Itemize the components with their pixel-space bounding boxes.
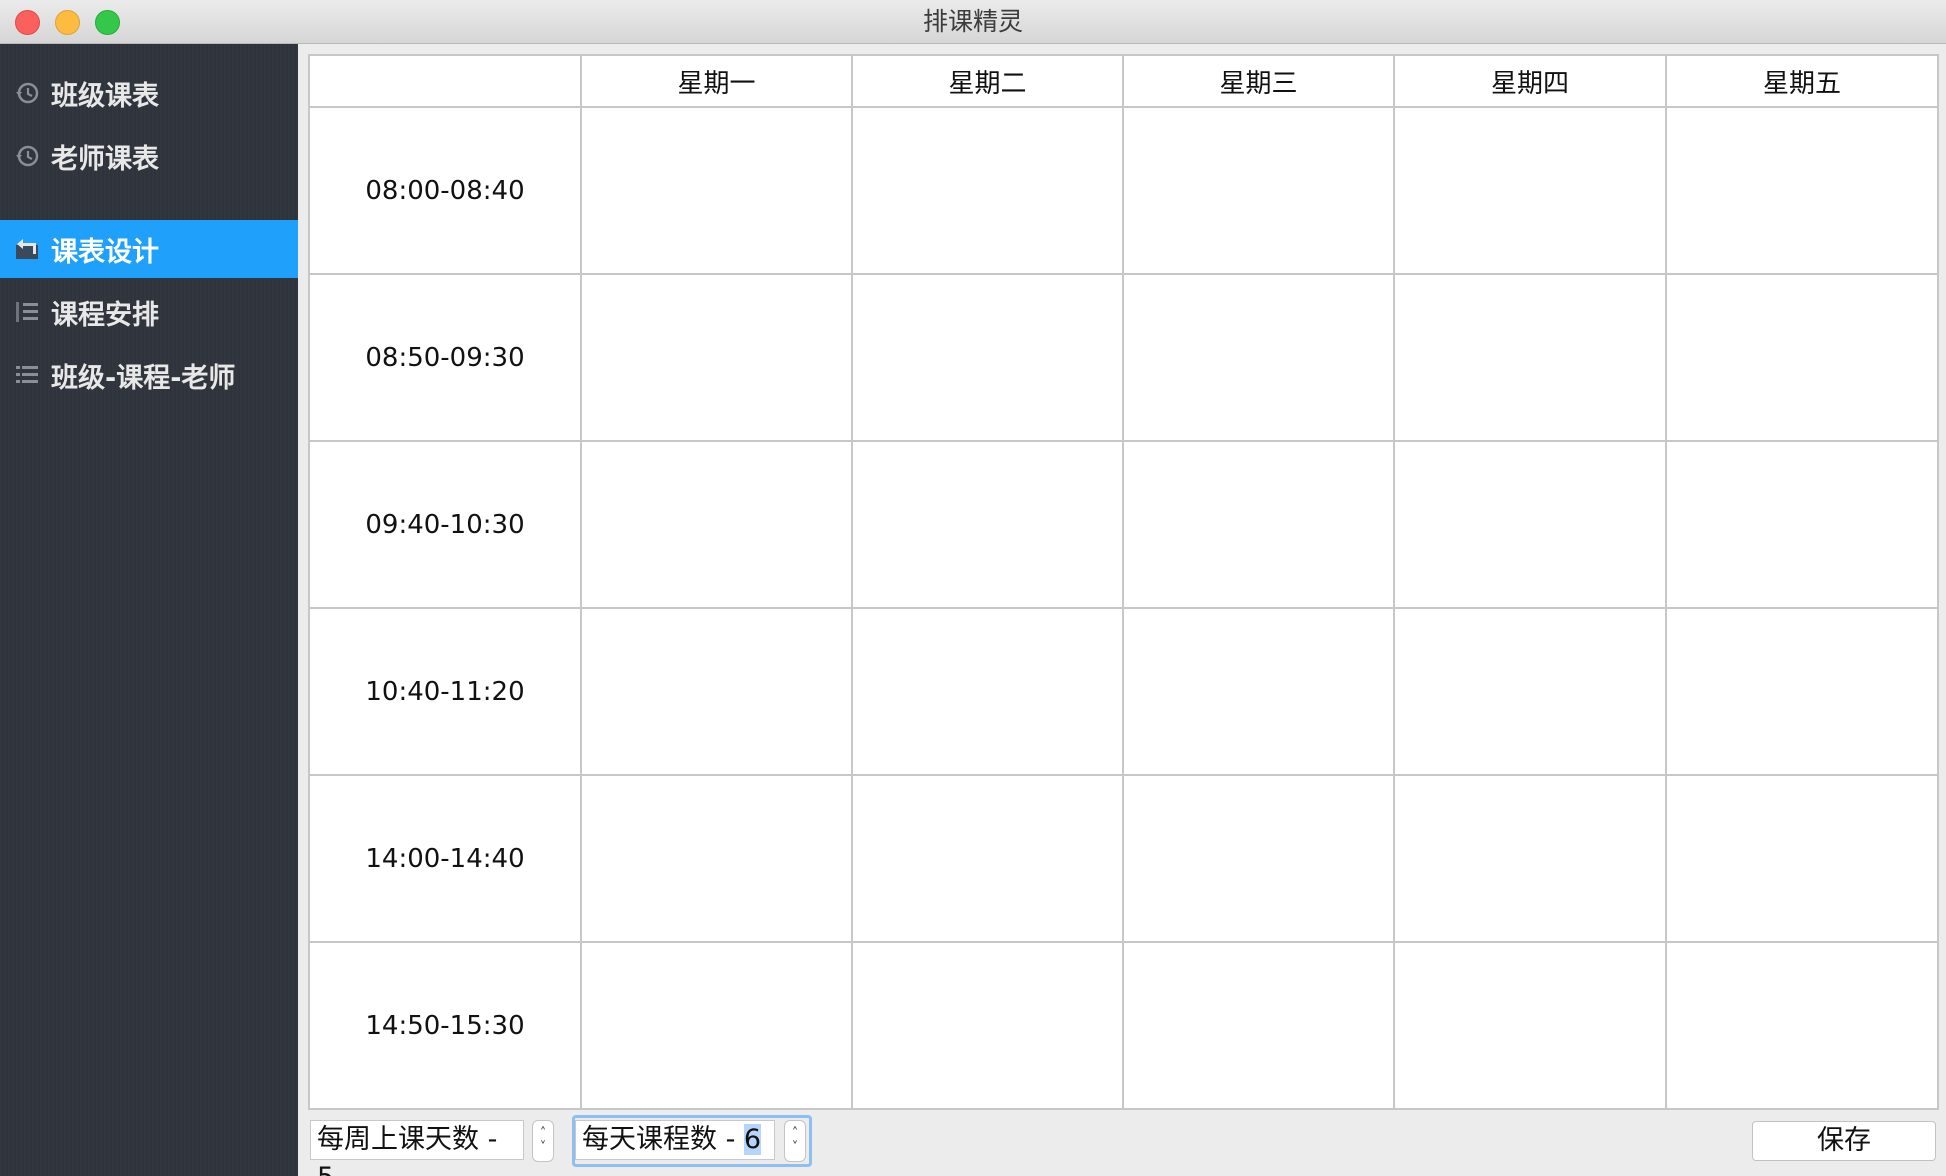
period-time: 09:40-10:30 [308, 440, 582, 609]
period-time: 08:50-09:30 [308, 273, 582, 442]
period-time: 08:00-08:40 [308, 106, 582, 275]
save-button[interactable]: 保存 [1752, 1121, 1936, 1161]
sidebar-item-class-schedule[interactable]: 班级课表 [0, 64, 298, 122]
schedule-cell[interactable] [1122, 941, 1395, 1110]
period-time: 14:50-15:30 [308, 941, 582, 1110]
chevron-up-icon[interactable]: ˄ [540, 1127, 547, 1141]
day-header: 星期三 [1122, 54, 1395, 108]
day-header: 星期二 [851, 54, 1124, 108]
sidebar-item-label: 班级课表 [51, 80, 159, 112]
table-corner-header [308, 54, 582, 108]
schedule-cell[interactable] [580, 106, 853, 275]
app-window: 排课精灵 班级课表 老师课表 课表设计 课程安排 班级-课程-老师 星期一 星期… [0, 0, 1946, 1176]
schedule-cell[interactable] [851, 607, 1124, 776]
sidebar-item-label: 课表设计 [51, 236, 159, 268]
schedule-cell[interactable] [1665, 440, 1939, 609]
days-per-week-field[interactable]: 每周上课天数 - 5 [310, 1120, 524, 1176]
schedule-cell[interactable] [1393, 607, 1667, 776]
schedule-cell[interactable] [1665, 941, 1939, 1110]
sidebar-item-label: 课程安排 [51, 299, 159, 331]
list-icon [13, 361, 41, 389]
schedule-cell[interactable] [1393, 106, 1667, 275]
schedule-cell[interactable] [580, 941, 853, 1110]
schedule-cell[interactable] [1665, 106, 1939, 275]
day-header: 星期五 [1665, 54, 1939, 108]
history-icon [13, 142, 41, 170]
schedule-cell[interactable] [580, 774, 853, 943]
sidebar-item-label: 老师课表 [51, 143, 159, 175]
lessons-per-day-field[interactable]: 每天课程数 - 6 [575, 1120, 775, 1160]
table-row: 10:40-11:20 [308, 607, 1939, 776]
schedule-cell[interactable] [1665, 607, 1939, 776]
title-bar: 排课精灵 [0, 0, 1946, 44]
schedule-cell[interactable] [1122, 607, 1395, 776]
chevron-down-icon[interactable]: ˅ [540, 1141, 547, 1155]
days-per-week-stepper[interactable]: ˄ ˅ [532, 1120, 554, 1162]
schedule-cell[interactable] [851, 273, 1124, 442]
sidebar-item-schedule-design[interactable]: 课表设计 [0, 220, 298, 278]
table-row: 08:50-09:30 [308, 273, 1939, 442]
schedule-cell[interactable] [851, 774, 1124, 943]
period-time: 14:00-14:40 [308, 774, 582, 943]
period-time: 10:40-11:20 [308, 607, 582, 776]
window-title: 排课精灵 [922, 7, 1023, 36]
lessons-per-day-value[interactable]: 6 [743, 1124, 762, 1155]
sidebar-item-class-course-teacher[interactable]: 班级-课程-老师 [0, 346, 298, 404]
lessons-per-day-stepper[interactable]: ˄ ˅ [784, 1120, 806, 1162]
schedule-cell[interactable] [1665, 273, 1939, 442]
schedule-cell[interactable] [1122, 106, 1395, 275]
sidebar-item-teacher-schedule[interactable]: 老师课表 [0, 127, 298, 185]
schedule-cell[interactable] [1122, 273, 1395, 442]
schedule-cell[interactable] [851, 440, 1124, 609]
schedule-cell[interactable] [580, 273, 853, 442]
chevron-up-icon[interactable]: ˄ [792, 1127, 799, 1141]
lessons-per-day-label: 每天课程数 - [582, 1124, 744, 1155]
undo-icon [13, 235, 41, 263]
main-panel: 星期一 星期二 星期三 星期四 星期五 08:00-08:40 08:50-09… [298, 44, 1946, 1176]
sidebar: 班级课表 老师课表 课表设计 课程安排 班级-课程-老师 [0, 44, 298, 1176]
sidebar-item-label: 班级-课程-老师 [51, 362, 236, 394]
table-row: 14:50-15:30 [308, 941, 1939, 1110]
table-row: 09:40-10:30 [308, 440, 1939, 609]
schedule-cell[interactable] [1393, 440, 1667, 609]
schedule-cell[interactable] [1393, 941, 1667, 1110]
table-row: 14:00-14:40 [308, 774, 1939, 943]
history-icon [13, 79, 41, 107]
table-row: 08:00-08:40 [308, 106, 1939, 275]
schedule-cell[interactable] [851, 941, 1124, 1110]
list-indent-icon [13, 298, 41, 326]
day-header: 星期四 [1393, 54, 1667, 108]
sidebar-item-course-arrangement[interactable]: 课程安排 [0, 283, 298, 341]
day-header: 星期一 [580, 54, 853, 108]
chevron-down-icon[interactable]: ˅ [792, 1141, 799, 1155]
schedule-cell[interactable] [580, 440, 853, 609]
schedule-table: 星期一 星期二 星期三 星期四 星期五 08:00-08:40 08:50-09… [308, 54, 1939, 1110]
schedule-cell[interactable] [580, 607, 853, 776]
schedule-cell[interactable] [1665, 774, 1939, 943]
schedule-cell[interactable] [1393, 774, 1667, 943]
schedule-cell[interactable] [1122, 774, 1395, 943]
schedule-cell[interactable] [851, 106, 1124, 275]
schedule-cell[interactable] [1122, 440, 1395, 609]
schedule-cell[interactable] [1393, 273, 1667, 442]
